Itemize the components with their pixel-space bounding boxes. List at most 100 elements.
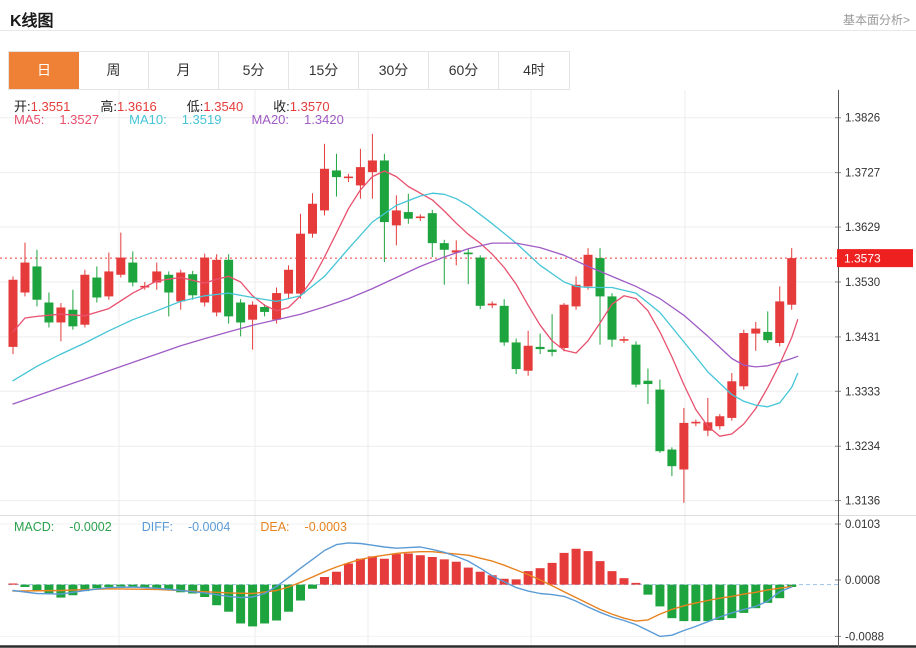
candle-body xyxy=(9,280,18,347)
timeframe-tab-bar: 日周月5分15分30分60分4时 xyxy=(8,51,570,90)
candle-body xyxy=(500,306,509,343)
candle-body xyxy=(104,271,113,296)
candle-body xyxy=(20,263,29,293)
macd-bar xyxy=(440,559,449,584)
macd-dea: DEA:-0.0003 xyxy=(260,520,362,534)
ma-ma10: MA10:1.3519 xyxy=(129,112,236,127)
kline-chart-canvas[interactable]: 1.38261.37271.36291.35301.34311.33331.32… xyxy=(0,90,916,648)
candle-body xyxy=(488,304,497,306)
candle-body xyxy=(344,177,353,179)
candle-body xyxy=(691,422,700,424)
tab-month[interactable]: 月 xyxy=(149,52,219,89)
candle-body xyxy=(751,329,760,334)
macd-bar xyxy=(260,585,269,624)
price-axis-label: 1.3629 xyxy=(845,222,880,234)
price-axis-label: 1.3727 xyxy=(845,168,880,180)
macd-bar xyxy=(356,559,365,585)
macd-bar xyxy=(92,585,101,589)
macd-bar xyxy=(548,563,557,585)
macd-bar xyxy=(308,585,317,589)
candle-body xyxy=(524,346,533,371)
candle-body xyxy=(284,270,293,294)
candle-body xyxy=(92,278,101,298)
candle-body xyxy=(536,347,545,349)
candle-body xyxy=(584,255,593,287)
macd-axis-label: -0.0088 xyxy=(845,631,884,643)
macd-bar xyxy=(248,585,257,627)
price-axis-label: 1.3431 xyxy=(845,332,880,344)
macd-legend: MACD:-0.0002 DIFF:-0.0004 DEA:-0.0003 xyxy=(14,520,377,534)
macd-bar xyxy=(464,568,473,585)
candle-body xyxy=(727,381,736,418)
candle-body xyxy=(775,301,784,343)
tab-day[interactable]: 日 xyxy=(9,52,79,89)
tab-15min[interactable]: 15分 xyxy=(289,52,359,89)
candle-body xyxy=(464,253,473,255)
tab-5min[interactable]: 5分 xyxy=(219,52,289,89)
fundamental-analysis-link[interactable]: 基本面分析> xyxy=(843,11,910,28)
macd-macd: MACD:-0.0002 xyxy=(14,520,127,534)
price-axis-label: 1.3136 xyxy=(845,496,880,508)
macd-bar xyxy=(236,585,245,624)
macd-bar xyxy=(344,563,353,584)
candle-body xyxy=(787,258,796,305)
candle-body xyxy=(68,310,77,327)
candle-body xyxy=(188,274,197,295)
macd-bar xyxy=(643,585,652,595)
macd-axis-label: 0.0008 xyxy=(845,575,880,587)
macd-bar xyxy=(476,572,485,585)
macd-bar xyxy=(296,585,305,601)
last-price-tag-label: 1.3573 xyxy=(844,252,881,266)
macd-bar xyxy=(368,556,377,584)
price-axis-label: 1.3826 xyxy=(845,113,880,125)
tab-60min[interactable]: 60分 xyxy=(429,52,499,89)
candle-body xyxy=(763,332,772,340)
candle-body xyxy=(476,258,485,306)
macd-bar xyxy=(44,585,53,594)
candle-body xyxy=(440,243,449,250)
candle-body xyxy=(80,275,89,325)
macd-bar xyxy=(116,585,125,587)
ma5-line xyxy=(13,171,798,436)
candle-body xyxy=(608,296,617,339)
candle-body xyxy=(739,333,748,386)
macd-bar xyxy=(452,562,461,585)
macd-bar xyxy=(404,553,413,584)
candle-body xyxy=(548,350,557,352)
candle-body xyxy=(560,305,569,348)
candle-body xyxy=(44,303,53,323)
macd-bar xyxy=(584,551,593,585)
macd-bar xyxy=(320,577,329,585)
candle-body xyxy=(356,167,365,185)
candle-body xyxy=(368,160,377,172)
macd-bar xyxy=(512,579,521,584)
candle-body xyxy=(631,345,640,385)
candle-body xyxy=(643,381,652,384)
candle-body xyxy=(272,293,281,320)
candle-body xyxy=(224,260,233,317)
candle-body xyxy=(512,342,521,369)
tab-4hour[interactable]: 4时 xyxy=(499,52,569,89)
candle-body xyxy=(404,212,413,219)
macd-bar xyxy=(703,585,712,621)
macd-bar xyxy=(631,583,640,585)
macd-diff: DIFF:-0.0004 xyxy=(142,520,246,534)
ma-ma20: MA20:1.3420 xyxy=(251,112,358,127)
macd-bar xyxy=(428,557,437,585)
macd-bar xyxy=(392,554,401,585)
macd-bar xyxy=(715,585,724,620)
tab-week[interactable]: 周 xyxy=(79,52,149,89)
candle-body xyxy=(320,169,329,211)
tab-30min[interactable]: 30分 xyxy=(359,52,429,89)
price-axis-label: 1.3530 xyxy=(845,277,880,289)
macd-bar xyxy=(560,553,569,585)
macd-bar xyxy=(200,585,209,597)
header-bar: K线图 基本面分析> xyxy=(0,0,916,31)
price-axis-label: 1.3333 xyxy=(845,386,880,398)
candle-body xyxy=(128,263,137,283)
candle-body xyxy=(236,303,245,323)
macd-bar xyxy=(619,578,628,584)
candle-body xyxy=(212,260,221,313)
macd-bar xyxy=(104,585,113,587)
candle-body xyxy=(260,307,269,312)
